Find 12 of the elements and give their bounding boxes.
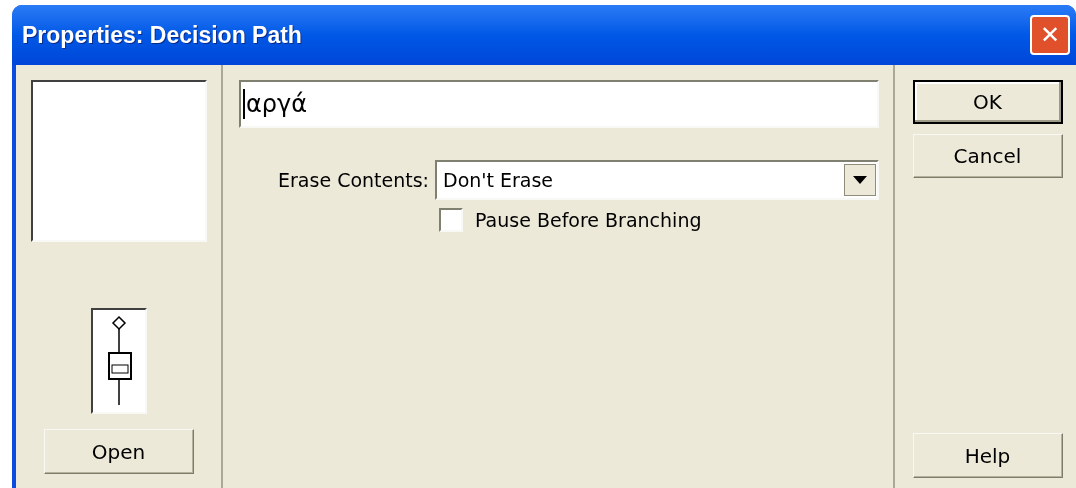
open-button[interactable]: Open	[43, 429, 194, 474]
close-button[interactable]: ✕	[1030, 15, 1070, 55]
dropdown-arrow-icon[interactable]	[844, 164, 876, 196]
help-button[interactable]: Help	[912, 433, 1063, 478]
erase-contents-label: Erase Contents:	[277, 167, 430, 193]
window-title: Properties: Decision Path	[22, 20, 302, 50]
cancel-button[interactable]: Cancel	[912, 134, 1063, 178]
erase-contents-dropdown[interactable]: Don't Erase	[435, 160, 879, 200]
checkbox[interactable]	[439, 208, 463, 233]
ok-button[interactable]: OK	[912, 80, 1063, 124]
name-field[interactable]: αργά	[239, 80, 879, 128]
checkbox-label: Pause Before Branching	[475, 208, 702, 233]
